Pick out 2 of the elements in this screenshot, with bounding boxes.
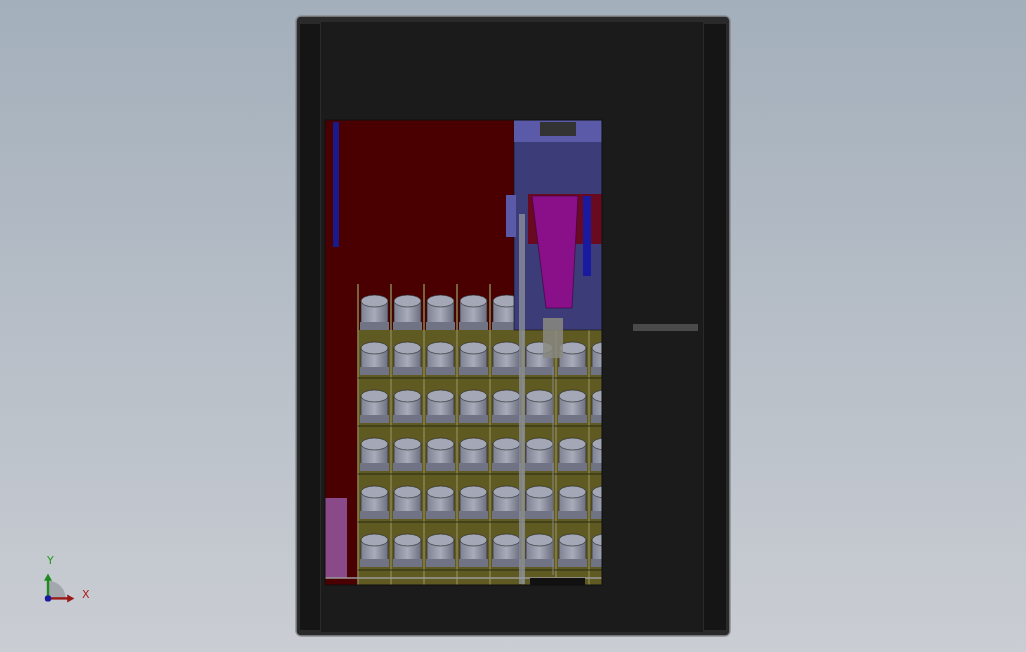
y-axis-label: Y — [47, 555, 54, 567]
x-axis-label: X — [82, 589, 90, 601]
